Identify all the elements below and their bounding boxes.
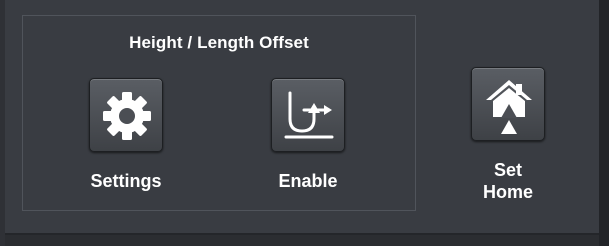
- group-title: Height / Length Offset: [129, 33, 309, 52]
- right-edge: [599, 0, 609, 246]
- settings-button[interactable]: [89, 78, 163, 152]
- enable-button[interactable]: [271, 78, 345, 152]
- set-home-label-line1: Set: [493, 160, 522, 180]
- set-home-label[interactable]: Set Home: [462, 159, 554, 203]
- set-home-button[interactable]: [471, 67, 545, 141]
- set-home-label-line2: Home: [482, 182, 533, 202]
- settings-label[interactable]: Settings: [72, 170, 180, 192]
- offset-toolbar: Height / Length Offset Settings Enable S…: [0, 0, 609, 246]
- enable-label[interactable]: Enable: [256, 170, 360, 192]
